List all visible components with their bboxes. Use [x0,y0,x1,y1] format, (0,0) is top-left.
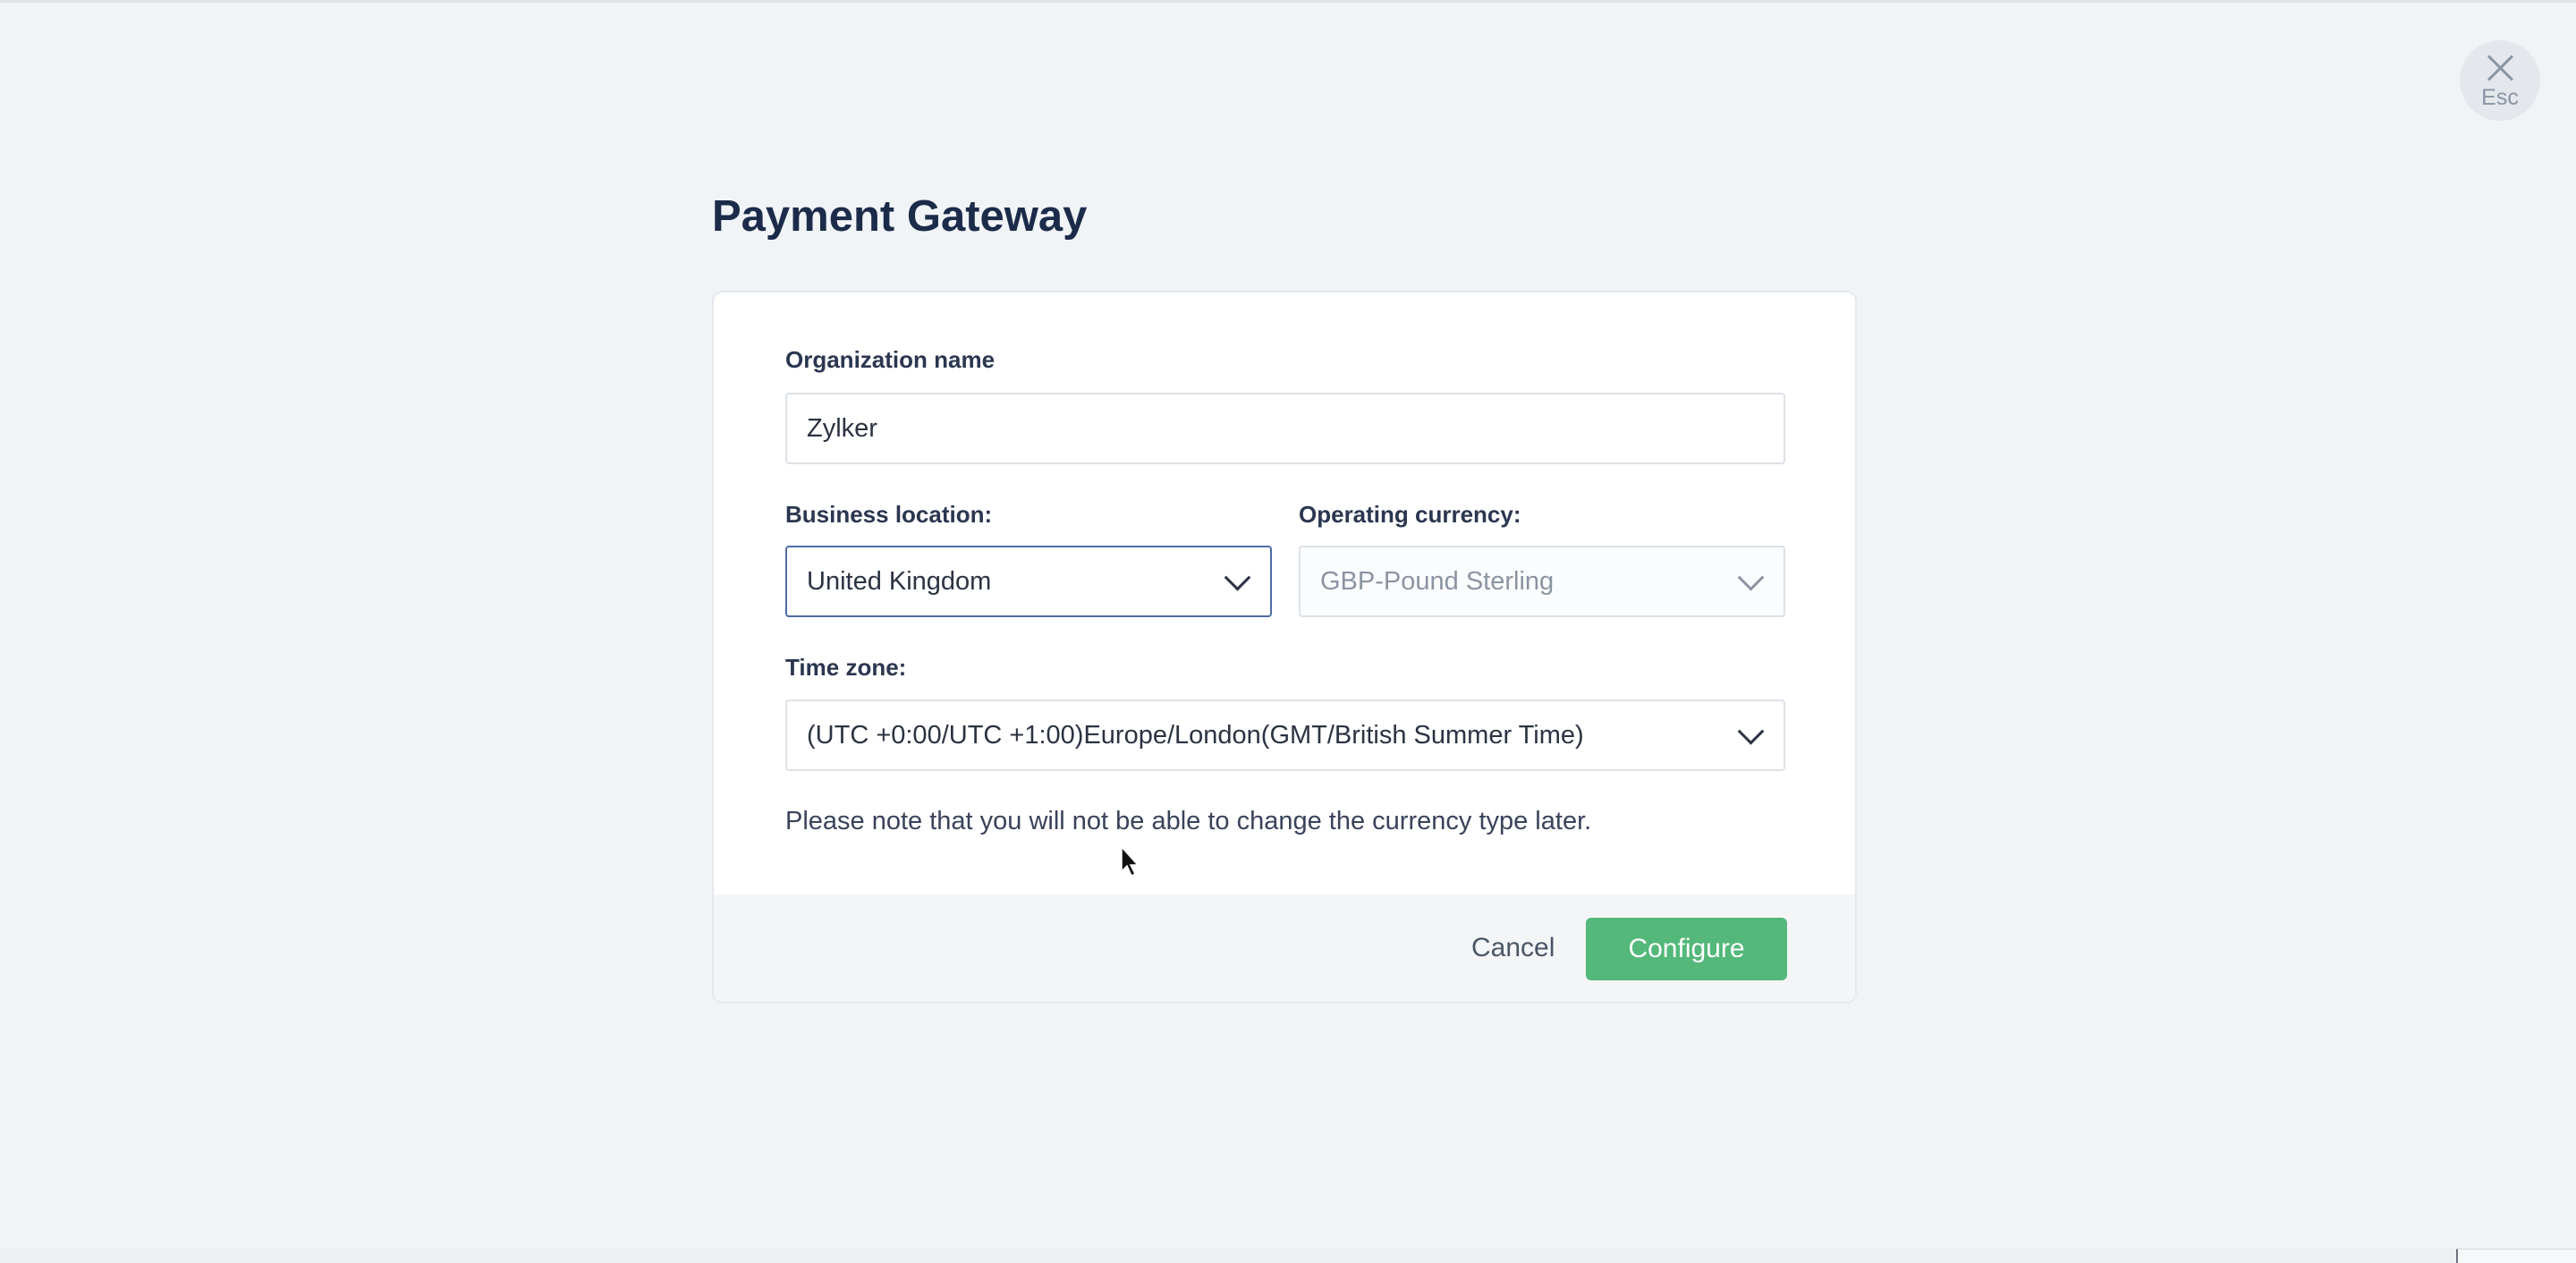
chevron-down-icon [1737,717,1765,745]
org-name-value: Zylker [807,413,877,443]
page: Esc Payment Gateway Organization name Zy… [0,0,2576,1263]
org-name-input[interactable]: Zylker [785,393,1785,464]
operating-currency-select: GBP-Pound Sterling [1299,546,1785,617]
payment-gateway-form-card: Organization name Zylker Business locati… [712,291,1857,1004]
form-footer: Cancel Configure [714,894,1855,1002]
bottom-edge [0,1248,2576,1263]
currency-note: Please note that you will not be able to… [785,807,1592,835]
chevron-down-icon [1737,564,1765,591]
org-name-label: Organization name [785,346,996,373]
top-divider [0,0,2576,3]
business-location-label: Business location: [785,501,993,528]
cancel-button[interactable]: Cancel [1471,894,1555,1002]
operating-currency-value: GBP-Pound Sterling [1320,566,1555,596]
business-location-value: United Kingdom [807,566,992,596]
time-zone-value: (UTC +0:00/UTC +1:00)Europe/London(GMT/B… [807,720,1584,750]
page-title: Payment Gateway [712,192,1088,241]
window-thumbnail [2456,1249,2576,1263]
close-icon [2485,53,2515,83]
mouse-cursor-icon [1121,846,1140,877]
business-location-select[interactable]: United Kingdom [785,546,1272,617]
close-shortcut-label: Esc [2481,84,2519,110]
configure-button[interactable]: Configure [1586,918,1787,980]
close-button[interactable]: Esc [2460,40,2540,121]
operating-currency-label: Operating currency: [1299,501,1521,528]
time-zone-label: Time zone: [785,654,907,681]
time-zone-select[interactable]: (UTC +0:00/UTC +1:00)Europe/London(GMT/B… [785,699,1785,771]
chevron-down-icon [1224,564,1251,591]
